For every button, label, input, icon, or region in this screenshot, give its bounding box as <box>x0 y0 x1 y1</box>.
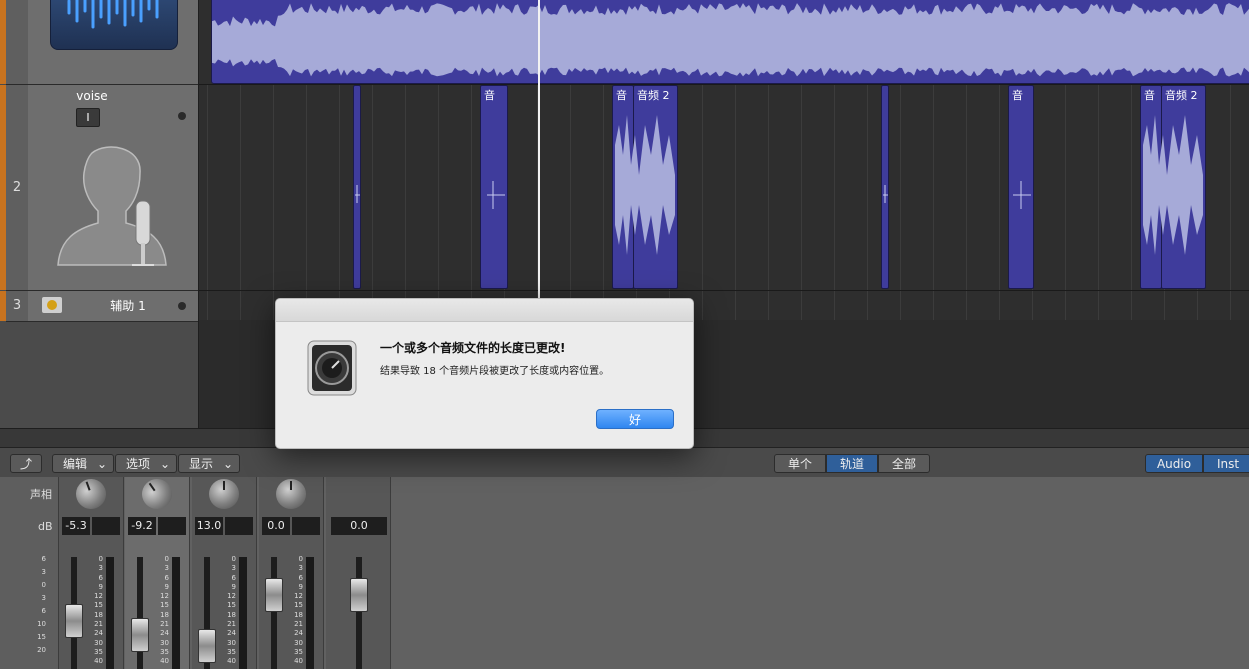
playhead[interactable] <box>538 0 540 300</box>
level-meter <box>106 557 114 669</box>
meter-scale: 0 3 6 9 12 15 18 21 24 30 35 40 <box>227 555 236 666</box>
alert-dialog: 一个或多个音频文件的长度已更改! 结果导致 18 个音频片段被更改了长度或内容位… <box>275 298 694 449</box>
peak-readout <box>292 517 320 535</box>
menu-options[interactable]: 选项 ⌄ <box>115 454 177 473</box>
dialog-message: 结果导致 18 个音频片段被更改了长度或内容位置。 <box>380 366 610 377</box>
volume-fader[interactable] <box>198 629 216 663</box>
region-waveforms <box>355 115 1203 255</box>
chevron-down-icon: ⌄ <box>222 457 233 471</box>
chevron-down-icon: ⌄ <box>96 457 107 471</box>
menu-edit[interactable]: 编辑 ⌄ <box>52 454 114 473</box>
meter-scale: 0 3 6 9 12 15 18 21 24 30 35 40 <box>294 555 303 666</box>
track-number: 2 <box>6 85 29 291</box>
record-enable-button[interactable] <box>178 302 186 310</box>
volume-fader-track[interactable] <box>356 557 362 669</box>
channel-strip-4[interactable]: 0.0 0 3 6 9 12 15 18 21 24 30 35 40 <box>259 477 324 669</box>
record-enable-button[interactable] <box>178 112 186 120</box>
track-headers: 2 voise I 3 辅助 1 <box>0 0 199 428</box>
track-number <box>6 0 29 85</box>
region-waveform <box>212 3 1249 77</box>
dialog-titlebar <box>276 299 693 322</box>
volume-readout[interactable]: 0.0 <box>331 517 387 535</box>
peak-readout <box>92 517 120 535</box>
pan-knob[interactable] <box>71 474 111 514</box>
meter-scale: 0 3 6 9 12 15 18 21 24 30 35 40 <box>94 555 103 666</box>
view-single-button[interactable]: 单个 <box>774 454 826 473</box>
volume-fader[interactable] <box>65 604 83 638</box>
volume-fader-track[interactable] <box>271 557 277 669</box>
peak-readout <box>158 517 186 535</box>
level-meter <box>239 557 247 669</box>
logic-pro-app-icon <box>306 339 358 397</box>
volume-readout[interactable]: -9.2 <box>128 517 156 535</box>
fader-scale: 6 3 0 3 6 10 15 20 <box>37 555 46 654</box>
empty-track-area <box>0 322 198 428</box>
volume-readout[interactable]: 13.0 <box>195 517 223 535</box>
filter-inst-button[interactable]: Inst <box>1203 454 1249 473</box>
pan-knob[interactable] <box>276 479 306 509</box>
mixer-label-column: 声相 dB 6 3 0 3 6 10 15 20 <box>0 477 59 669</box>
pan-knob[interactable] <box>136 473 178 515</box>
track-name[interactable]: 辅助 1 <box>88 297 168 314</box>
view-tracks-button[interactable]: 轨道 <box>826 454 878 473</box>
volume-fader[interactable] <box>131 618 149 652</box>
track-header-1[interactable] <box>28 0 198 85</box>
mixer-toolbar: ⤴ 编辑 ⌄ 选项 ⌄ 显示 ⌄ 单个 轨道 全部 Audio Inst <box>0 447 1249 478</box>
menu-view[interactable]: 显示 ⌄ <box>178 454 240 473</box>
channel-strip-3[interactable]: 13.0 0 3 6 9 12 15 18 21 24 30 35 40 <box>192 477 257 669</box>
volume-readout[interactable]: 0.0 <box>262 517 290 535</box>
volume-readout[interactable]: -5.3 <box>62 517 90 535</box>
dialog-title: 一个或多个音频文件的长度已更改! <box>380 341 566 355</box>
mixer: 声相 dB 6 3 0 3 6 10 15 20 -5.3 0 3 6 9 12 15 18 21 24 30 3… <box>0 473 1249 669</box>
channel-strip-2[interactable]: -9.2 0 3 6 9 12 15 18 21 24 30 35 40 <box>125 473 190 669</box>
level-meter <box>172 557 180 669</box>
vocalist-avatar-icon <box>52 143 172 271</box>
level-meter <box>306 557 314 669</box>
chevron-down-icon: ⌄ <box>159 457 170 471</box>
automation-button[interactable] <box>42 297 62 313</box>
meter-scale: 0 3 6 9 12 15 18 21 24 30 35 40 <box>160 555 169 666</box>
link-icon[interactable]: ⤴ <box>10 454 42 473</box>
peak-readout <box>225 517 253 535</box>
input-monitor-button[interactable]: I <box>76 108 100 127</box>
pan-knob[interactable] <box>209 479 239 509</box>
ok-button[interactable]: 好 <box>596 409 674 429</box>
volume-fader[interactable] <box>265 578 283 612</box>
track-header-2[interactable]: voise I <box>28 85 198 291</box>
view-all-button[interactable]: 全部 <box>878 454 930 473</box>
track-header-3[interactable]: 辅助 1 <box>28 291 198 322</box>
audio-region-track1[interactable] <box>211 0 1249 84</box>
filter-audio-button[interactable]: Audio <box>1145 454 1203 473</box>
track-number: 3 <box>6 291 29 322</box>
pan-label: 声相 <box>30 488 52 501</box>
channel-strip-1[interactable]: -5.3 0 3 6 9 12 15 18 21 24 30 35 40 <box>59 474 124 669</box>
volume-fader[interactable] <box>350 578 368 612</box>
waveform-app-icon <box>50 0 178 50</box>
channel-strip-5[interactable]: 0.0 <box>326 477 391 669</box>
volume-fader-track[interactable] <box>137 557 143 669</box>
db-label: dB <box>38 520 53 533</box>
track-name[interactable]: voise <box>28 89 156 103</box>
